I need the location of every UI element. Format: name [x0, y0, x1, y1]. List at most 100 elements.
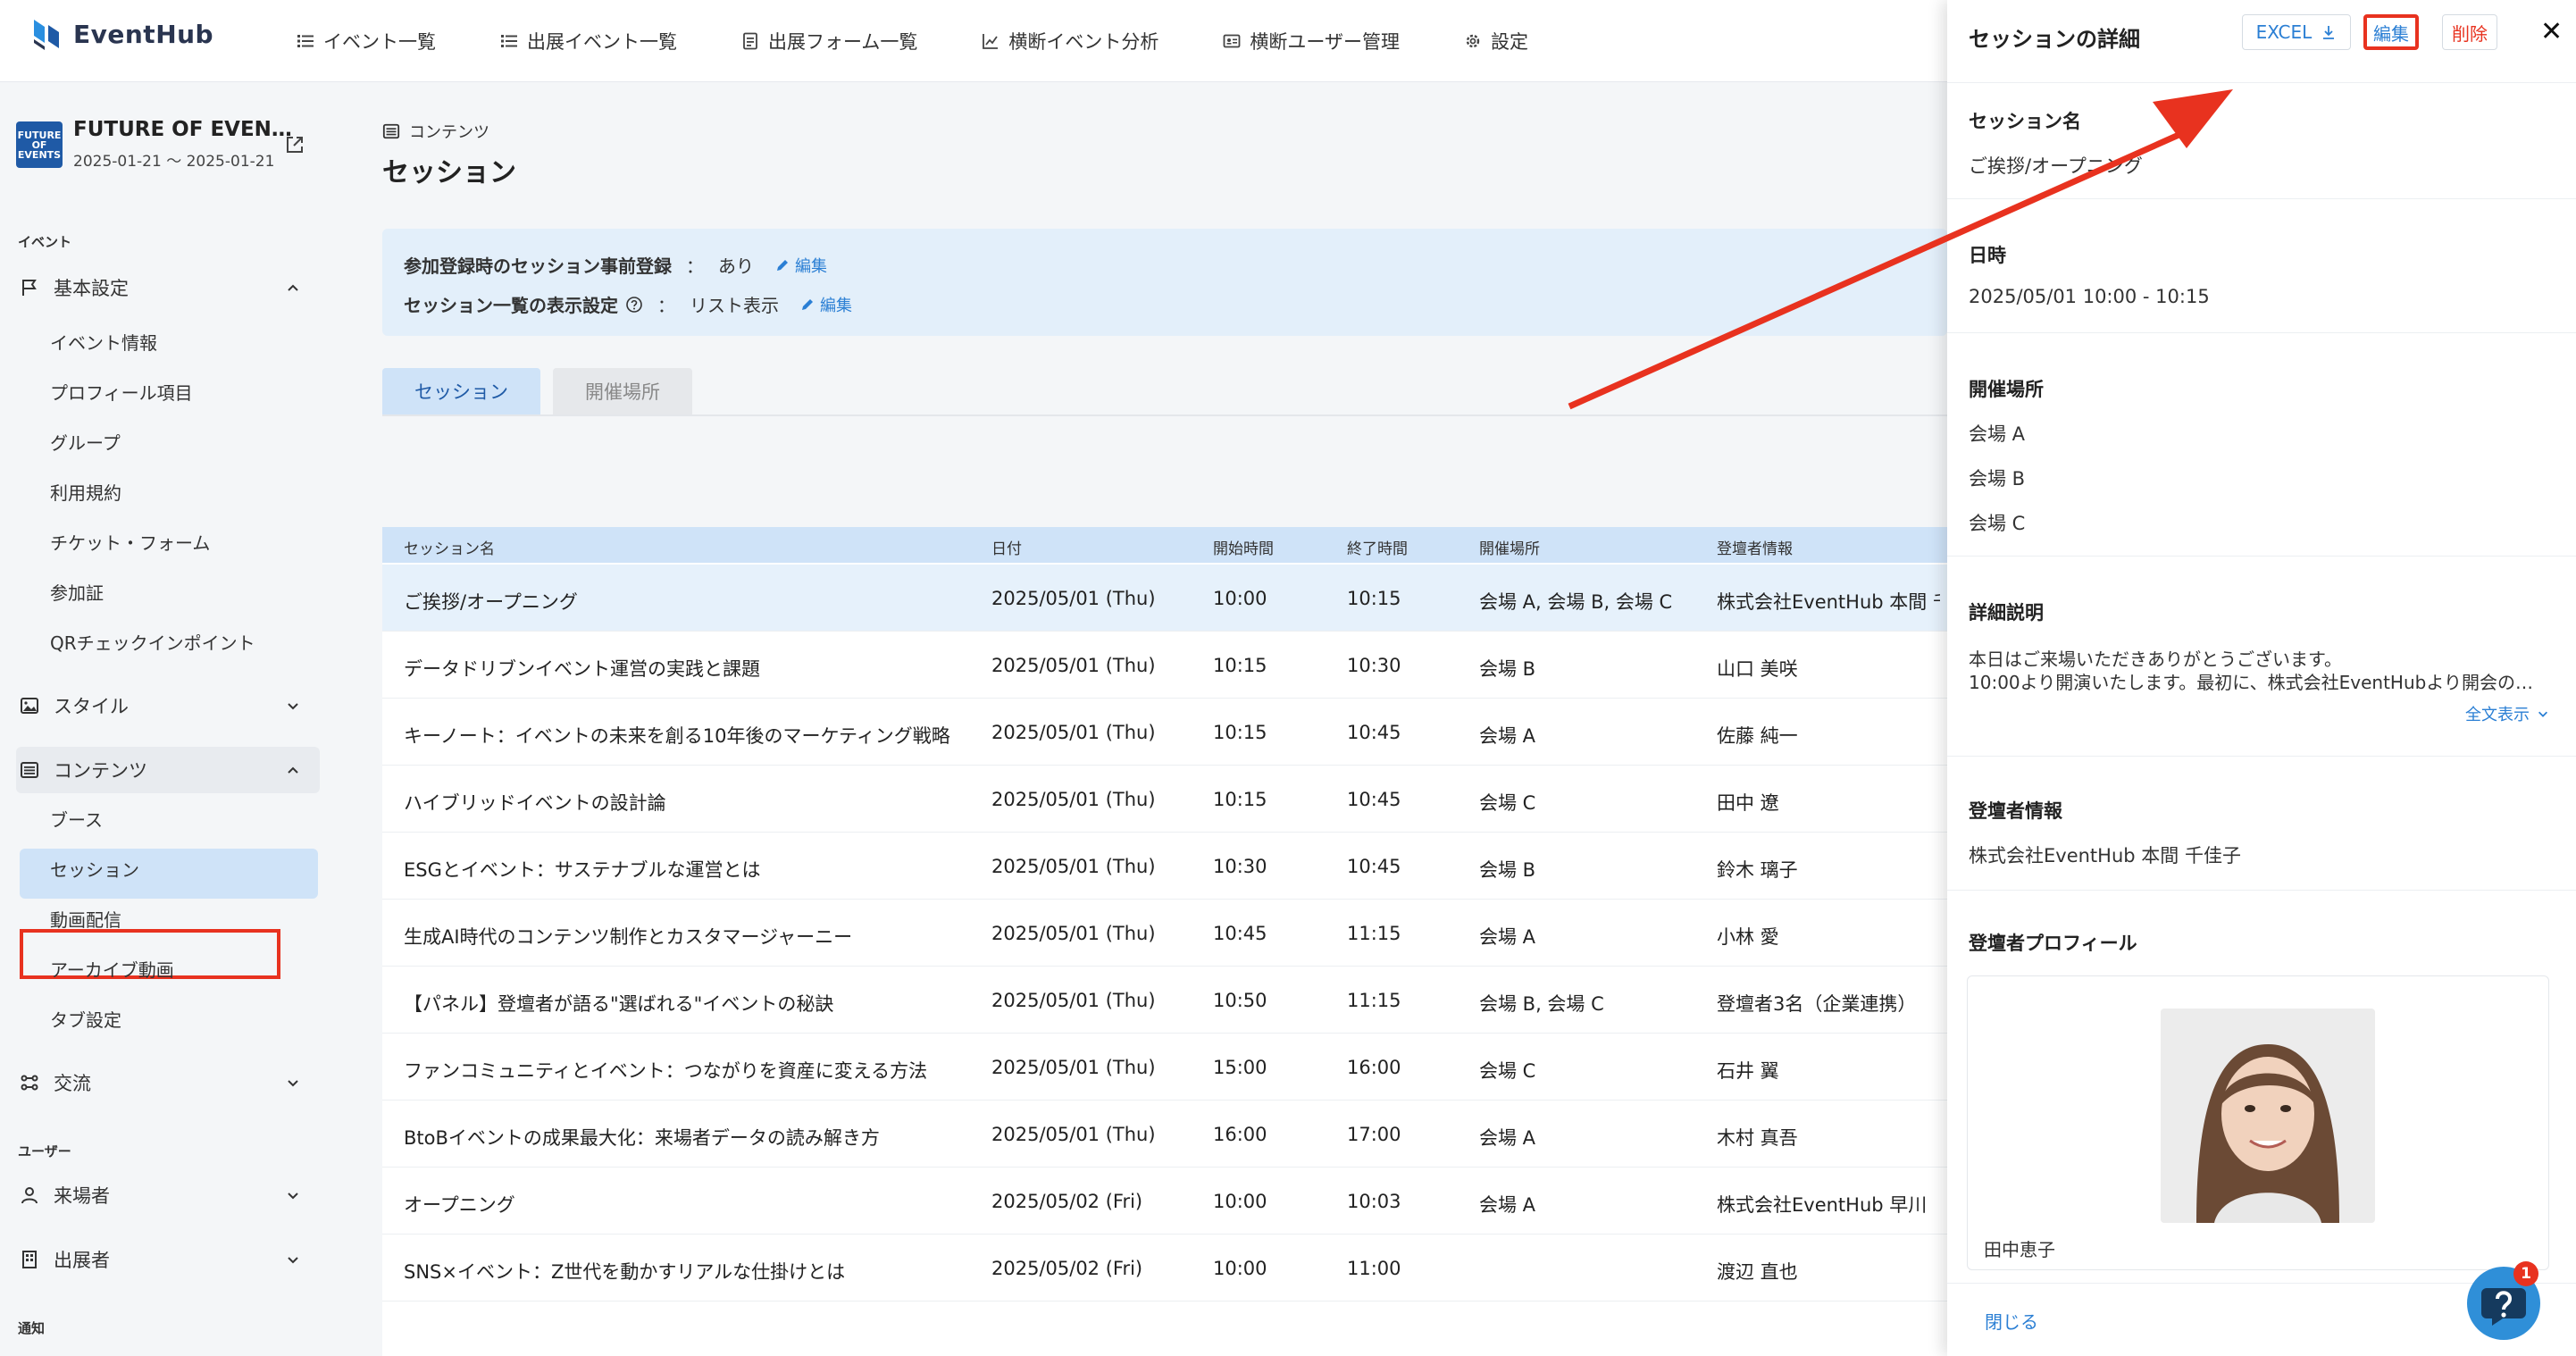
sidebar-item-groups[interactable]: グループ	[50, 429, 121, 455]
sidebar-item-profile-fields[interactable]: プロフィール項目	[50, 379, 193, 405]
table-cell: 佐藤 純一	[1717, 725, 1798, 747]
table-row[interactable]: ハイブリッドイベントの設計論 2025/05/01 (Thu) 10:15 10:45…	[382, 766, 1947, 833]
value-speaker: 株式会社EventHub 本間 千佳子	[1969, 845, 2241, 866]
table-row[interactable]: ファンコミュニティとイベント：つながりを資産に変える方法 2025/05/01 (…	[382, 1034, 1947, 1101]
sidebar-group-content[interactable]: コンテンツ	[16, 747, 320, 793]
col-header-venue[interactable]: 開催場所	[1479, 536, 1540, 558]
table-cell: オープニング	[404, 1194, 515, 1216]
delete-button[interactable]: 削除	[2442, 14, 2497, 50]
sidebar-item-tab-settings[interactable]: タブ設定	[50, 1006, 121, 1032]
tab-bar: セッション 開催場所	[382, 368, 692, 414]
sidebar-group-style[interactable]: スタイル	[16, 682, 320, 729]
nav-cross-user-management[interactable]: 横断ユーザー管理	[1223, 28, 1400, 54]
col-header-start[interactable]: 開始時間	[1213, 536, 1274, 558]
close-drawer-link[interactable]: 閉じる	[1985, 1308, 2038, 1334]
table-row[interactable]: オープニング 2025/05/02 (Fri) 10:00 10:03 会場 A 株式会社…	[382, 1168, 1947, 1235]
tab-sessions[interactable]: セッション	[382, 368, 540, 414]
nav-event-list[interactable]: イベント一覧	[297, 28, 436, 54]
label-venue: 開催場所	[1969, 379, 2044, 400]
chevron-down-icon	[288, 703, 298, 710]
nav-cross-event-analytics[interactable]: 横断イベント分析	[982, 28, 1158, 54]
table-cell: 会場 B	[1479, 658, 1536, 680]
tab-venues[interactable]: 開催場所	[553, 368, 692, 414]
table-cell: 10:00	[1213, 1191, 1267, 1212]
close-icon[interactable]: ✕	[2540, 16, 2563, 47]
nav-exhibit-form-list[interactable]: 出展フォーム一覧	[741, 28, 917, 54]
col-header-speaker[interactable]: 登壇者情報	[1717, 536, 1793, 558]
sidebar-group-exchange[interactable]: 交流	[16, 1059, 320, 1106]
col-header-date[interactable]: 日付	[991, 536, 1022, 558]
value-session-name: ご挨拶/オープニング	[1969, 155, 2143, 177]
table-row[interactable]: 【パネル】登壇者が語る"選ばれる"イベントの秘訣 2025/05/01 (Thu)…	[382, 967, 1947, 1034]
table-cell: 10:45	[1347, 856, 1401, 877]
table-row[interactable]: ESGとイベント：サステナブルな運営とは 2025/05/01 (Thu) 10:3…	[382, 833, 1947, 900]
table-cell: 15:00	[1213, 1057, 1267, 1078]
gear-icon	[1466, 34, 1480, 48]
brand-logo[interactable]: EventHub	[29, 16, 213, 52]
session-settings-panel: 参加登録時のセッション事前登録 ： あり 編集 セッション一覧の表示設定 ： リ…	[382, 229, 1947, 336]
col-header-end[interactable]: 終了時間	[1347, 536, 1408, 558]
id-card-icon	[1223, 34, 1241, 48]
sidebar-item-qr-checkin[interactable]: QRチェックインポイント	[50, 629, 255, 655]
value-venue-b: 会場 B	[1969, 468, 2026, 490]
chart-icon	[983, 34, 999, 49]
sidebar-group-basic[interactable]: 基本設定	[16, 264, 320, 311]
speaker-photo	[2161, 1009, 2375, 1223]
table-cell: 11:15	[1347, 990, 1401, 1011]
chevron-down-icon	[2538, 711, 2547, 717]
speaker-profile-card: 田中恵子	[1967, 975, 2549, 1270]
section-label-user: ユーザー	[18, 1143, 71, 1159]
table-cell: 10:15	[1213, 789, 1267, 810]
table-cell: 10:15	[1347, 588, 1401, 609]
table-cell: 10:50	[1213, 990, 1267, 1011]
sidebar-item-terms[interactable]: 利用規約	[50, 479, 121, 505]
eventhub-logo-icon	[34, 20, 59, 50]
help-circle-icon[interactable]	[625, 296, 643, 314]
sidebar-item-archive-video[interactable]: アーカイブ動画	[50, 956, 174, 982]
chevron-down-icon	[288, 1080, 298, 1087]
edit-display-link[interactable]: 編集	[800, 293, 852, 316]
sidebar-item-badge[interactable]: 参加証	[50, 579, 104, 605]
nav-settings[interactable]: 設定	[1464, 28, 1528, 54]
sidebar-item-event-info[interactable]: イベント情報	[50, 329, 157, 355]
list-icon	[297, 35, 314, 47]
download-icon	[2323, 26, 2335, 39]
sidebar-item-ticket-form[interactable]: チケット・フォーム	[50, 529, 210, 555]
main-nav: イベント一覧 出展イベント一覧 出展フォーム一覧 横断イベント分析 横断ユーザー…	[297, 0, 1593, 82]
sidebar-item-session[interactable]: セッション	[50, 856, 139, 882]
table-cell: 2025/05/02 (Fri)	[991, 1191, 1143, 1212]
sidebar-item-video-stream[interactable]: 動画配信	[50, 906, 121, 932]
table-row[interactable]: キーノート：イベントの未来を創る10年後のマーケティング戦略 2025/05/01…	[382, 699, 1947, 766]
value-venue-c: 会場 C	[1969, 513, 2026, 534]
table-cell: 会場 A	[1479, 1194, 1536, 1216]
sidebar-group-visitors[interactable]: 来場者	[16, 1172, 320, 1218]
section-label-notify: 通知	[18, 1320, 46, 1336]
table-cell: 10:30	[1347, 655, 1401, 676]
chevron-down-icon	[288, 1257, 298, 1264]
value-venue-a: 会場 A	[1969, 423, 2026, 445]
external-link-icon[interactable]	[284, 134, 305, 155]
label-session-name: セッション名	[1969, 111, 2081, 132]
table-cell: 生成AI時代のコンテンツ制作とカスタマージャーニー	[404, 926, 853, 948]
divider	[1947, 556, 2576, 557]
excel-download-button[interactable]: EXCEL	[2242, 14, 2351, 50]
sidebar-group-exhibitors[interactable]: 出展者	[16, 1236, 320, 1283]
nav-exhibit-event-list[interactable]: 出展イベント一覧	[500, 28, 677, 54]
show-full-text-link[interactable]: 全文表示	[2465, 702, 2549, 725]
image-icon	[21, 698, 38, 714]
edit-button[interactable]: 編集	[2363, 14, 2419, 50]
col-header-name[interactable]: セッション名	[404, 536, 495, 558]
table-row[interactable]: ご挨拶/オープニング 2025/05/01 (Thu) 10:00 10:15 会場 A…	[382, 565, 1947, 632]
edit-preregistration-link[interactable]: 編集	[775, 254, 827, 277]
table-row[interactable]: データドリブンイベント運営の実践と課題 2025/05/01 (Thu) 10:15…	[382, 632, 1947, 699]
divider	[1947, 756, 2576, 757]
table-row[interactable]: BtoBイベントの成果最大化：来場者データの読み解き方 2025/05/01 (T…	[382, 1101, 1947, 1168]
table-cell: 山口 美咲	[1717, 658, 1798, 680]
divider	[1947, 82, 2576, 83]
sidebar-item-booth[interactable]: ブース	[50, 806, 103, 832]
event-thumbnail: FUTURE OF EVENTS	[16, 121, 63, 168]
table-row[interactable]: SNS×イベント：Z世代を動かすリアルな仕掛けとは 2025/05/02 (Fri…	[382, 1235, 1947, 1302]
divider	[1947, 198, 2576, 199]
table-row[interactable]: 生成AI時代のコンテンツ制作とカスタマージャーニー 2025/05/01 (Thu…	[382, 900, 1947, 967]
table-cell: 田中 遼	[1717, 792, 1779, 814]
